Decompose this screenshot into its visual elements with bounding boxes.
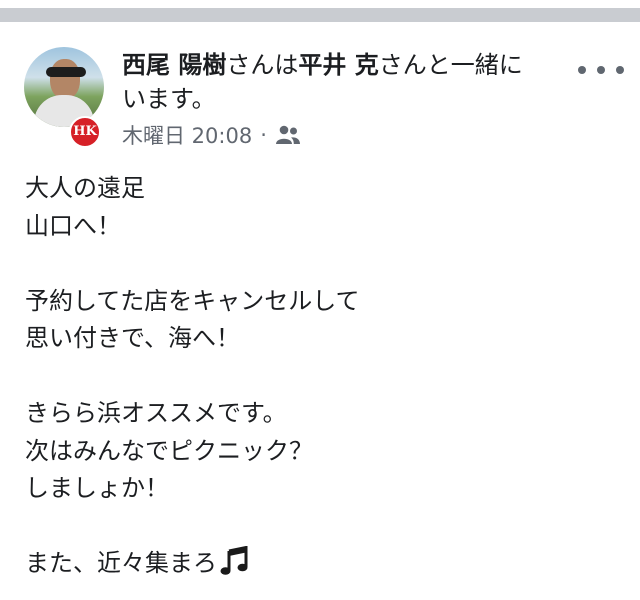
body-line: [25, 358, 615, 396]
body-line: [25, 245, 615, 283]
post-meta: 木曜日 20:08 ·: [122, 120, 301, 150]
body-line-text: また、近々集まろ: [25, 549, 217, 577]
more-dot: [616, 66, 624, 74]
header-connector-2: さんと一緒に: [378, 51, 523, 79]
body-line: 思い付きで、海へ！: [25, 324, 241, 352]
avatar-sunglasses: [46, 67, 86, 77]
avatar-face: [50, 59, 80, 99]
post-header: 西尾 陽樹さんは平井 克さんと一緒にいます。: [122, 48, 562, 116]
post-body: 大人の遠足 山口へ！ 予約してた店をキャンセルして 思い付きで、海へ！ きらら浜…: [25, 170, 615, 583]
body-line: 予約してた店をキャンセルして: [25, 286, 360, 315]
avatar[interactable]: [24, 47, 104, 127]
body-line: きらら浜オススメです。: [25, 399, 287, 427]
body-line-last: また、近々集まろ: [25, 545, 615, 583]
body-line: [25, 508, 615, 546]
header-line-2: います。: [122, 85, 216, 113]
body-line: 大人の遠足: [25, 174, 145, 202]
author-name[interactable]: 西尾 陽樹: [122, 51, 226, 79]
body-line: しましょか！: [25, 474, 169, 502]
feed-post: HK 西尾 陽樹さんは平井 克さんと一緒にいます。 木曜日 20:08 · 大人…: [0, 22, 640, 600]
feed-divider: [0, 8, 640, 22]
music-note-icon: [220, 545, 248, 575]
post-timestamp[interactable]: 木曜日 20:08: [122, 120, 252, 150]
body-line: 次はみんなでピクニック？: [25, 436, 313, 465]
more-dot: [597, 66, 605, 74]
friends-icon[interactable]: [275, 125, 301, 145]
header-connector-1: さんは: [226, 51, 299, 79]
more-options-icon: [578, 66, 586, 74]
avatar-badge: HK: [69, 116, 101, 148]
tagged-name[interactable]: 平井 克: [298, 51, 378, 79]
more-options-button[interactable]: [578, 56, 624, 84]
meta-separator: ·: [260, 123, 267, 147]
body-line: 山口へ！: [25, 211, 121, 240]
